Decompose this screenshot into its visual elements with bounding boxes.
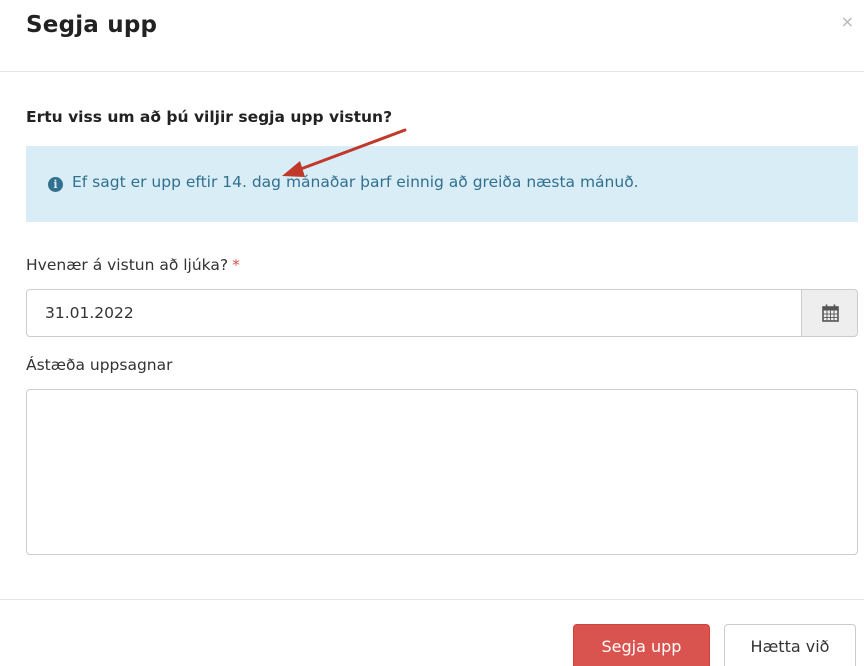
end-date-label: Hvenær á vistun að ljúka? * [26, 256, 240, 274]
end-date-label-text: Hvenær á vistun að ljúka? [26, 256, 229, 274]
info-alert-text: Ef sagt er upp eftir 14. dag mánaðar þar… [72, 173, 639, 191]
calendar-button[interactable] [801, 289, 858, 337]
info-alert: Ef sagt er upp eftir 14. dag mánaðar þar… [26, 146, 858, 222]
calendar-icon [822, 304, 839, 322]
end-date-input-group [26, 289, 858, 337]
info-circle-icon [48, 177, 63, 192]
confirmation-question: Ertu viss um að þú viljir segja upp vist… [26, 108, 393, 126]
confirm-cancel-button[interactable]: Segja upp [573, 624, 710, 666]
cancel-enrollment-modal: Segja upp × Ertu viss um að þú viljir se… [0, 0, 864, 666]
abort-button[interactable]: Hætta við [724, 624, 856, 666]
modal-footer: Segja upp Hætta við [0, 599, 864, 666]
reason-label: Ástæða uppsagnar [26, 356, 173, 374]
end-date-input[interactable] [26, 289, 802, 337]
modal-header: Segja upp × [0, 0, 864, 72]
required-marker: * [232, 256, 240, 274]
modal-title: Segja upp [26, 12, 158, 38]
reason-textarea[interactable] [26, 389, 858, 555]
close-button[interactable]: × [841, 14, 854, 30]
